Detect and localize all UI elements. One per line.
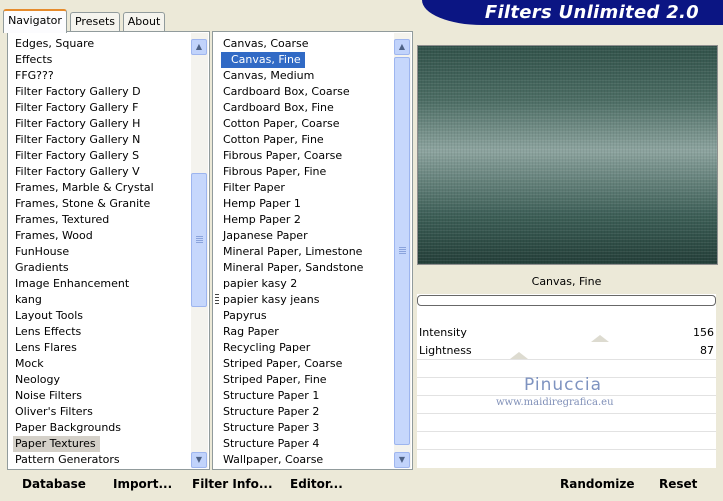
list-item[interactable]: Cotton Paper, Fine bbox=[213, 132, 394, 148]
list-item[interactable]: Structure Paper 3 bbox=[213, 420, 394, 436]
list-item[interactable]: FunHouse bbox=[8, 244, 191, 260]
list-item[interactable]: Layout Tools bbox=[8, 308, 191, 324]
list-item[interactable]: Filter Factory Gallery N bbox=[8, 132, 191, 148]
intensity-value: 156 bbox=[693, 326, 714, 339]
list-item[interactable]: Cardboard Box, Fine bbox=[213, 100, 394, 116]
list-item[interactable]: Filter Factory Gallery V bbox=[8, 164, 191, 180]
list-item[interactable]: Neology bbox=[8, 372, 191, 388]
list-item[interactable]: Lens Flares bbox=[8, 340, 191, 356]
list-item[interactable]: Fibrous Paper, Coarse bbox=[213, 148, 394, 164]
list-item[interactable]: Frames, Textured bbox=[8, 212, 191, 228]
list-item[interactable]: Striped Paper, Coarse bbox=[213, 356, 394, 372]
list-item[interactable]: Noise Filters bbox=[8, 388, 191, 404]
list-item[interactable]: Filter Factory Gallery H bbox=[8, 116, 191, 132]
randomize-button[interactable]: Randomize bbox=[560, 477, 634, 491]
list-item[interactable]: Fibrous Paper, Fine bbox=[213, 164, 394, 180]
list-item[interactable]: Paper Textures bbox=[13, 436, 100, 452]
list-item[interactable]: Pattern Generators bbox=[8, 452, 191, 468]
progress-bar bbox=[417, 295, 716, 306]
chevron-down-icon[interactable]: ▼ bbox=[394, 452, 410, 468]
list-item[interactable]: papier kasy 2 bbox=[213, 276, 394, 292]
list-item[interactable]: Structure Paper 4 bbox=[213, 436, 394, 452]
title-banner: Filters Unlimited 2.0 bbox=[422, 0, 723, 25]
list-item[interactable]: Effects bbox=[8, 52, 191, 68]
lightness-slider[interactable]: Lightness 87 bbox=[417, 342, 716, 359]
list-item[interactable]: Lens Effects bbox=[8, 324, 191, 340]
list-item[interactable]: Edges, Square bbox=[8, 36, 191, 52]
filter-list-panel: Canvas, Coarse Canvas, Fine Canvas, Medium… bbox=[212, 31, 413, 470]
scroll-thumb[interactable] bbox=[191, 173, 207, 307]
chevron-up-icon[interactable]: ▲ bbox=[191, 39, 207, 55]
list-item[interactable]: kang bbox=[8, 292, 191, 308]
list-item[interactable]: Filter Factory Gallery S bbox=[8, 148, 191, 164]
list-item[interactable]: FFG??? bbox=[8, 68, 191, 84]
list-item[interactable]: Image Enhancement bbox=[8, 276, 191, 292]
filter-list[interactable]: Canvas, Coarse Canvas, Fine Canvas, Medium… bbox=[213, 36, 394, 469]
list-item[interactable]: Striped Paper, Fine bbox=[213, 372, 394, 388]
list-item[interactable]: Structure Paper 2 bbox=[213, 404, 394, 420]
list-item[interactable]: Mineral Paper, Limestone bbox=[213, 244, 394, 260]
app-title: Filters Unlimited 2.0 bbox=[484, 2, 699, 23]
list-item[interactable]: Papyrus bbox=[213, 308, 394, 324]
list-item[interactable]: Structure Paper 1 bbox=[213, 388, 394, 404]
list-item[interactable]: Frames, Wood bbox=[8, 228, 191, 244]
lightness-value: 87 bbox=[700, 344, 714, 357]
list-item[interactable]: Filter Paper bbox=[213, 180, 394, 196]
list-item[interactable]: Oliver's Filters bbox=[8, 404, 191, 420]
tab-about[interactable]: About bbox=[123, 12, 165, 31]
list-item[interactable]: Filter Factory Gallery F bbox=[8, 100, 191, 116]
category-scrollbar[interactable]: ▲ ▼ bbox=[191, 33, 208, 468]
chevron-up-icon[interactable]: ▲ bbox=[394, 39, 410, 55]
category-list[interactable]: Edges, Square Effects FFG??? Filter Factory… bbox=[8, 36, 191, 469]
intensity-slider-thumb[interactable] bbox=[591, 335, 609, 342]
import-button[interactable]: Import... bbox=[113, 477, 172, 491]
tab-presets[interactable]: Presets bbox=[70, 12, 120, 31]
filter-scrollbar[interactable]: ▲ ▼ bbox=[394, 33, 411, 468]
list-item[interactable]: Canvas, Fine bbox=[221, 52, 305, 68]
list-item[interactable]: Canvas, Medium bbox=[213, 68, 394, 84]
drag-handle-icon bbox=[215, 294, 219, 304]
watermark-name: Pinuccia bbox=[524, 375, 602, 395]
lightness-slider-thumb[interactable] bbox=[510, 352, 528, 359]
reset-button[interactable]: Reset bbox=[659, 477, 697, 491]
list-item[interactable]: Mock bbox=[8, 356, 191, 372]
list-item[interactable]: Cotton Paper, Coarse bbox=[213, 116, 394, 132]
list-item[interactable]: Paper Backgrounds bbox=[8, 420, 191, 436]
list-item[interactable]: Wallpaper, Coarse bbox=[213, 452, 394, 468]
list-item[interactable]: Cardboard Box, Coarse bbox=[213, 84, 394, 100]
intensity-slider[interactable]: Intensity 156 bbox=[417, 324, 716, 341]
list-item[interactable]: Mineral Paper, Sandstone bbox=[213, 260, 394, 276]
list-item[interactable]: Japanese Paper bbox=[213, 228, 394, 244]
list-item[interactable]: Rag Paper bbox=[213, 324, 394, 340]
list-item[interactable]: Canvas, Coarse bbox=[213, 36, 394, 52]
category-list-panel: Edges, Square Effects FFG??? Filter Factory… bbox=[7, 31, 210, 470]
selected-filter-name: Canvas, Fine bbox=[417, 270, 716, 294]
lightness-label: Lightness bbox=[419, 344, 472, 357]
list-item[interactable]: Frames, Marble & Crystal bbox=[8, 180, 191, 196]
editor-button[interactable]: Editor... bbox=[290, 477, 343, 491]
scroll-thumb[interactable] bbox=[394, 57, 410, 445]
list-item[interactable]: Hemp Paper 1 bbox=[213, 196, 394, 212]
button-bar: Database Import... Filter Info... Editor… bbox=[0, 469, 723, 501]
list-item[interactable]: Hemp Paper 2 bbox=[213, 212, 394, 228]
chevron-down-icon[interactable]: ▼ bbox=[191, 452, 207, 468]
list-item[interactable]: Frames, Stone & Granite bbox=[8, 196, 191, 212]
list-item[interactable]: papier kasy jeans bbox=[213, 292, 394, 308]
tab-navigator[interactable]: Navigator bbox=[3, 9, 67, 33]
database-button[interactable]: Database bbox=[22, 477, 86, 491]
filter-info-button[interactable]: Filter Info... bbox=[192, 477, 273, 491]
list-item[interactable]: Recycling Paper bbox=[213, 340, 394, 356]
list-item[interactable]: Gradients bbox=[8, 260, 191, 276]
watermark-url: www.maidiregrafica.eu bbox=[496, 397, 614, 408]
list-item[interactable]: Filter Factory Gallery D bbox=[8, 84, 191, 100]
intensity-label: Intensity bbox=[419, 326, 467, 339]
filter-preview-image[interactable] bbox=[417, 45, 718, 265]
